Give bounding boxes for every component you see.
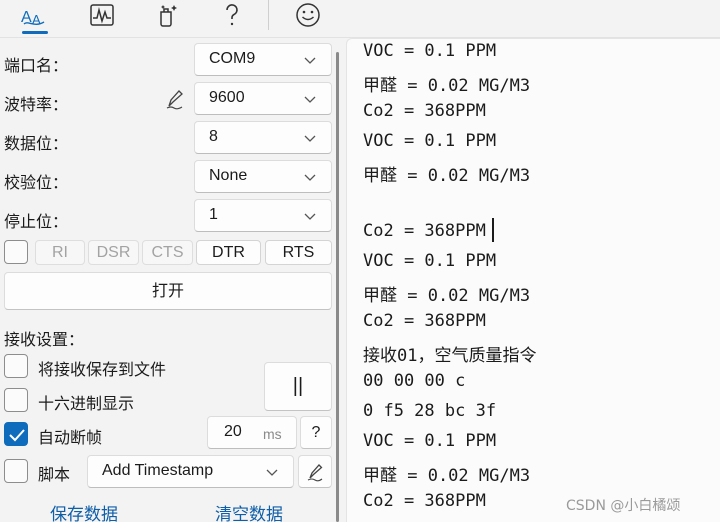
pen-edit-icon bbox=[307, 464, 323, 482]
sparkle-clean-icon[interactable] bbox=[148, 0, 188, 30]
settings-scrollbar[interactable] bbox=[336, 52, 339, 522]
frame-timeout-value: 20 bbox=[224, 423, 242, 440]
auto-frame-label: 自动断帧 bbox=[38, 428, 103, 447]
auto-frame-checkbox[interactable] bbox=[4, 422, 28, 446]
log-line: 接收01，空气质量指令 bbox=[363, 346, 537, 366]
stopbits-label: 停止位： bbox=[4, 212, 69, 231]
databits-label: 数据位： bbox=[4, 134, 69, 153]
cts-button[interactable]: CTS bbox=[142, 240, 193, 265]
frame-timeout-unit: ms bbox=[263, 426, 282, 442]
baud-value: 9600 bbox=[209, 89, 245, 106]
save-to-file-checkbox[interactable] bbox=[4, 354, 28, 378]
hex-display-label: 十六进制显示 bbox=[38, 394, 135, 413]
parity-select[interactable]: None bbox=[194, 160, 332, 193]
log-line: VOC = 0.1 PPM bbox=[363, 131, 497, 151]
save-data-link[interactable]: 保存数据 bbox=[50, 500, 118, 522]
parity-label: 校验位： bbox=[4, 173, 69, 192]
log-line: Co2 = 368PPM bbox=[363, 491, 486, 511]
log-line: 甲醛 = 0.02 MG/M3 bbox=[363, 466, 531, 486]
chevron-down-icon bbox=[304, 213, 316, 220]
dtr-button[interactable]: DTR bbox=[196, 240, 261, 265]
chevron-down-icon bbox=[304, 57, 316, 64]
watermark: CSDN @小白橘颂 bbox=[566, 498, 681, 514]
checkmark-icon bbox=[9, 429, 25, 442]
log-line: VOC = 0.1 PPM bbox=[363, 251, 497, 271]
waveform-icon[interactable] bbox=[82, 0, 122, 30]
log-line: 甲醛 = 0.02 MG/M3 bbox=[363, 166, 531, 186]
toolbar: AA bbox=[0, 0, 720, 38]
baud-select[interactable]: 9600 bbox=[194, 82, 332, 115]
signals-checkbox[interactable] bbox=[4, 240, 28, 264]
script-edit-button[interactable] bbox=[298, 455, 332, 488]
port-value: COM9 bbox=[209, 50, 256, 67]
pause-button[interactable]: || bbox=[264, 362, 332, 411]
help-icon[interactable] bbox=[212, 0, 252, 30]
timestamp-value: Add Timestamp bbox=[102, 462, 214, 479]
timestamp-select[interactable]: Add Timestamp bbox=[87, 455, 294, 488]
log-line: Co2 = 368PPM bbox=[363, 311, 486, 331]
open-port-button[interactable]: 打开 bbox=[4, 272, 332, 310]
toolbar-separator bbox=[268, 0, 269, 30]
port-select[interactable]: COM9 bbox=[194, 43, 332, 76]
script-checkbox[interactable] bbox=[4, 459, 28, 483]
smiley-icon[interactable] bbox=[288, 0, 328, 30]
clear-data-link[interactable]: 清空数据 bbox=[215, 500, 283, 522]
chevron-down-icon bbox=[304, 135, 316, 142]
rts-button[interactable]: RTS bbox=[265, 240, 332, 265]
log-line: 甲醛 = 0.02 MG/M3 bbox=[363, 286, 531, 306]
log-line: 00 00 00 c bbox=[363, 371, 466, 391]
text-caret bbox=[492, 218, 494, 242]
baud-label: 波特率： bbox=[4, 95, 69, 114]
log-line: 0 f5 28 bc 3f bbox=[363, 401, 497, 421]
pen-edit-icon[interactable] bbox=[164, 88, 186, 110]
stopbits-value: 1 bbox=[209, 206, 218, 223]
text-style-icon[interactable]: AA bbox=[14, 0, 54, 30]
chevron-down-icon bbox=[266, 469, 278, 476]
log-line: 甲醛 = 0.02 MG/M3 bbox=[363, 76, 531, 96]
receive-settings-title: 接收设置： bbox=[4, 330, 85, 349]
log-line: VOC = 0.1 PPM bbox=[363, 41, 497, 61]
databits-value: 8 bbox=[209, 128, 218, 145]
save-to-file-label: 将接收保存到文件 bbox=[38, 360, 167, 379]
log-line: VOC = 0.1 PPM bbox=[363, 431, 497, 451]
frame-timeout-input[interactable]: 20 ms bbox=[207, 416, 297, 449]
chevron-down-icon bbox=[304, 96, 316, 103]
script-label: 脚本 bbox=[38, 465, 71, 484]
log-line: Co2 = 368PPM bbox=[363, 101, 486, 121]
log-line: Co2 = 368PPM bbox=[363, 221, 486, 241]
databits-select[interactable]: 8 bbox=[194, 121, 332, 154]
frame-help-button[interactable]: ? bbox=[300, 416, 332, 449]
receive-log-panel[interactable]: VOC = 0.1 PPM 甲醛 = 0.02 MG/M3 Co2 = 368P… bbox=[346, 38, 720, 522]
ri-button[interactable]: RI bbox=[35, 240, 85, 265]
stopbits-select[interactable]: 1 bbox=[194, 199, 332, 232]
hex-display-checkbox[interactable] bbox=[4, 388, 28, 412]
port-label: 端口名： bbox=[4, 56, 69, 75]
parity-value: None bbox=[209, 167, 248, 184]
active-tab-indicator bbox=[22, 31, 48, 34]
dsr-button[interactable]: DSR bbox=[88, 240, 139, 265]
chevron-down-icon bbox=[304, 174, 316, 181]
